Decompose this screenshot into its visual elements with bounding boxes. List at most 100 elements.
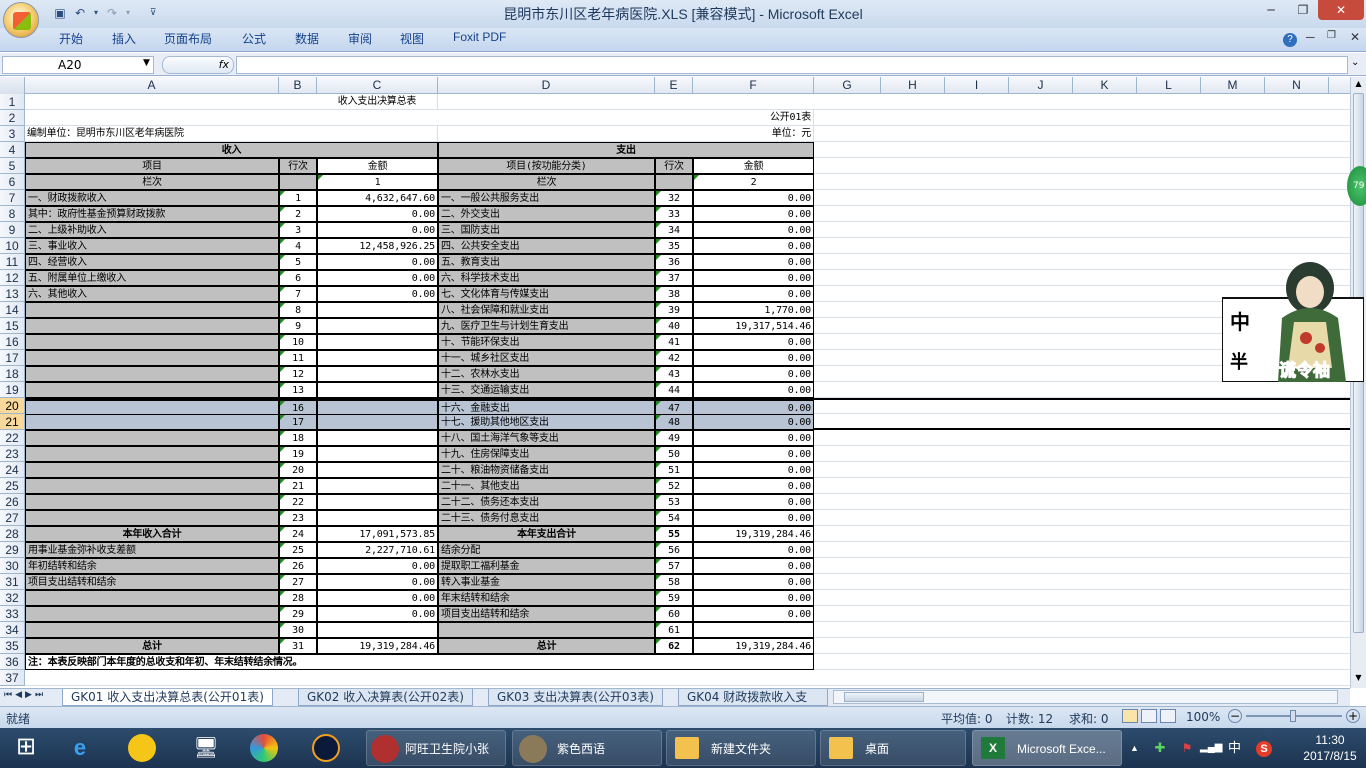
expense-item[interactable]: 二十二、债务还本支出	[438, 494, 655, 510]
expense-item[interactable]: 二十三、债务付息支出	[438, 510, 655, 526]
lanci-label[interactable]: 栏次	[438, 174, 655, 190]
income-item[interactable]: 年初结转和结余	[25, 558, 279, 574]
income-amount[interactable]: 0.00	[317, 590, 438, 606]
expense-line-no[interactable]: 37	[655, 270, 693, 286]
taskbar-app-desktop[interactable]: 桌面	[820, 730, 966, 766]
income-item[interactable]: 用事业基金弥补收支差额	[25, 542, 279, 558]
income-item[interactable]	[25, 382, 279, 398]
expense-amount[interactable]: 0.00	[693, 606, 814, 622]
tab-insert[interactable]: 插入	[112, 30, 136, 47]
lanci-e[interactable]	[655, 174, 693, 190]
tray-network-icon[interactable]: ▂▄▆	[1200, 730, 1222, 766]
income-line-no[interactable]: 24	[279, 526, 317, 542]
income-line-no[interactable]: 18	[279, 430, 317, 446]
ribbon-minimize-icon[interactable]: ─	[1306, 30, 1315, 44]
expense-amount[interactable]: 0.00	[693, 190, 814, 206]
income-amount[interactable]: 0.00	[317, 206, 438, 222]
income-line-no[interactable]: 28	[279, 590, 317, 606]
header-amount[interactable]: 金额	[693, 158, 814, 174]
row-header[interactable]: 33	[0, 606, 25, 622]
expense-item[interactable]	[438, 622, 655, 638]
expense-line-no[interactable]: 32	[655, 190, 693, 206]
expense-line-no[interactable]: 52	[655, 478, 693, 494]
row-header[interactable]: 11	[0, 254, 25, 270]
redo-icon[interactable]: ↷	[104, 5, 120, 21]
tray-expand-icon[interactable]: ▲	[1130, 730, 1144, 766]
col-header-l[interactable]: L	[1137, 77, 1201, 94]
income-amount[interactable]: 19,319,284.46	[317, 638, 438, 654]
row-header[interactable]: 24	[0, 462, 25, 478]
expense-amount[interactable]: 0.00	[693, 238, 814, 254]
income-amount[interactable]	[317, 510, 438, 526]
income-amount[interactable]: 0.00	[317, 286, 438, 302]
income-amount[interactable]: 0.00	[317, 606, 438, 622]
expense-line-no[interactable]: 43	[655, 366, 693, 382]
income-amount[interactable]: 12,458,926.25	[317, 238, 438, 254]
expense-line-no[interactable]: 58	[655, 574, 693, 590]
expense-line-no[interactable]: 44	[655, 382, 693, 398]
zoom-slider-thumb[interactable]	[1290, 710, 1296, 722]
expense-amount[interactable]: 19,319,284.46	[693, 638, 814, 654]
ime-indicator[interactable]: 中	[1228, 730, 1244, 766]
expense-amount[interactable]: 0.00	[693, 286, 814, 302]
row-header[interactable]: 21	[0, 414, 25, 430]
income-item[interactable]: 总计	[25, 638, 279, 654]
expense-header[interactable]: 支出	[438, 142, 814, 158]
expense-amount[interactable]: 0.00	[693, 254, 814, 270]
expense-item[interactable]: 十、节能环保支出	[438, 334, 655, 350]
income-item[interactable]	[25, 462, 279, 478]
income-item[interactable]	[25, 350, 279, 366]
income-amount[interactable]	[317, 366, 438, 382]
row-header[interactable]: 9	[0, 222, 25, 238]
expense-amount[interactable]: 0.00	[693, 510, 814, 526]
worksheet-grid[interactable]: A B C D E F G H I J K L M N 收入支出决算总表 公开01…	[0, 77, 1350, 688]
income-item[interactable]: 六、其他收入	[25, 286, 279, 302]
sheet-tab-gk02[interactable]: GK02 收入决算表(公开02表)	[298, 689, 473, 706]
income-line-no[interactable]: 2	[279, 206, 317, 222]
income-item[interactable]	[25, 334, 279, 350]
tray-sogou-icon[interactable]: S	[1256, 741, 1272, 757]
expense-item[interactable]: 九、医疗卫生与计划生育支出	[438, 318, 655, 334]
expense-line-no[interactable]: 39	[655, 302, 693, 318]
expense-item[interactable]: 十八、国土海洋气象等支出	[438, 430, 655, 446]
zoom-level[interactable]: 100%	[1186, 710, 1220, 724]
income-line-no[interactable]: 11	[279, 350, 317, 366]
row-header[interactable]: 15	[0, 318, 25, 334]
income-amount[interactable]: 0.00	[317, 558, 438, 574]
row-header[interactable]: 20	[0, 398, 25, 414]
expense-line-no[interactable]: 59	[655, 590, 693, 606]
expense-line-no[interactable]: 33	[655, 206, 693, 222]
row-header[interactable]: 27	[0, 510, 25, 526]
help-icon[interactable]: ?	[1283, 33, 1297, 47]
expense-amount[interactable]: 0.00	[693, 382, 814, 398]
income-item[interactable]	[25, 494, 279, 510]
media-icon[interactable]	[312, 734, 340, 762]
col-header-d[interactable]: D	[438, 77, 655, 94]
expense-line-no[interactable]: 60	[655, 606, 693, 622]
sheet-tab-gk04[interactable]: GK04 财政拨款收入支	[678, 689, 828, 706]
col-header-e[interactable]: E	[655, 77, 693, 94]
expense-amount[interactable]: 0.00	[693, 542, 814, 558]
income-line-no[interactable]: 17	[279, 414, 317, 430]
expense-line-no[interactable]: 55	[655, 526, 693, 542]
col-header-g[interactable]: G	[814, 77, 881, 94]
tray-security-icon[interactable]: ✚	[1150, 730, 1170, 766]
taskbar-app-excel[interactable]: X Microsoft Exce...	[972, 730, 1122, 766]
income-line-no[interactable]: 26	[279, 558, 317, 574]
insert-function-button[interactable]: fx	[162, 56, 234, 74]
office-button[interactable]	[3, 2, 39, 38]
expense-item[interactable]: 四、公共安全支出	[438, 238, 655, 254]
expense-amount[interactable]: 0.00	[693, 430, 814, 446]
tray-clock[interactable]: 11:30 2017/8/15	[1300, 730, 1360, 766]
income-amount[interactable]: 0.00	[317, 574, 438, 590]
income-item[interactable]	[25, 510, 279, 526]
row-header[interactable]: 16	[0, 334, 25, 350]
expense-line-no[interactable]: 61	[655, 622, 693, 638]
taskbar-app-chat1[interactable]: 阿旺卫生院小张	[366, 730, 506, 766]
row-header[interactable]: 31	[0, 574, 25, 590]
income-amount[interactable]: 2,227,710.61	[317, 542, 438, 558]
expense-item[interactable]: 结余分配	[438, 542, 655, 558]
browser-icon[interactable]	[250, 734, 278, 762]
row-header[interactable]: 26	[0, 494, 25, 510]
row-header[interactable]: 17	[0, 350, 25, 366]
